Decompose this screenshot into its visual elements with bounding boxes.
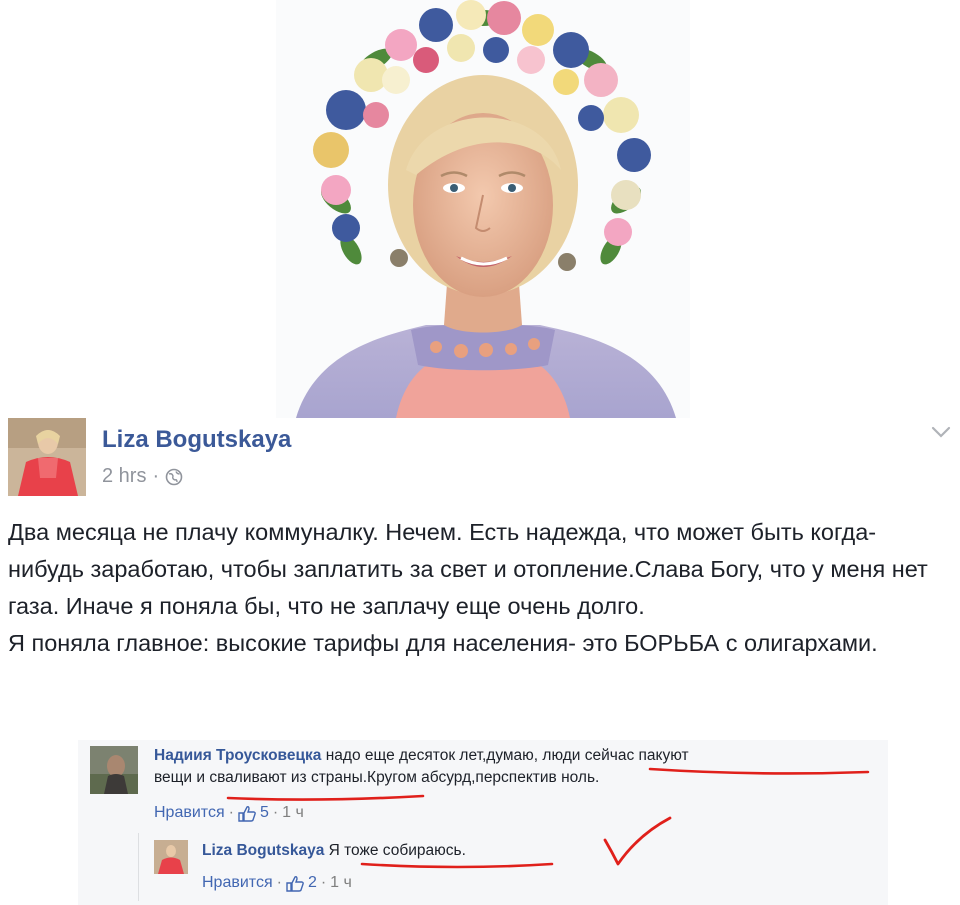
post-photo[interactable] (276, 0, 690, 418)
thumbs-up-icon (286, 875, 304, 892)
actions-separator: · (320, 874, 327, 891)
post-text: Два месяца не плачу коммуналку. Нечем. Е… (8, 514, 952, 662)
comment-body: Liza Bogutskaya Я тоже собираюсь. (202, 840, 862, 862)
comment-text: надо еще десяток лет,думаю, люди сейчас … (325, 747, 689, 764)
post-header: Liza Bogutskaya 2 hrs · (8, 416, 952, 496)
comment-text: Я тоже собираюсь. (328, 842, 466, 859)
comment-text: вещи и сваливают из страны.Кругом абсурд… (154, 769, 600, 786)
actions-separator: · (228, 804, 234, 821)
chevron-down-icon[interactable] (930, 424, 952, 440)
like-link[interactable]: Нравится (202, 874, 273, 892)
avatar[interactable] (8, 418, 86, 496)
comment-time[interactable]: 1 ч (330, 874, 352, 892)
post-paragraph: Два месяца не плачу коммуналку. Нечем. Е… (8, 519, 928, 619)
thumbs-up-icon (238, 805, 256, 822)
comment-time[interactable]: 1 ч (282, 804, 304, 822)
comment-avatar-image (90, 746, 138, 794)
comments-section: Надиия Троусковецка надо еще десяток лет… (78, 740, 888, 905)
comment: Надиия Троусковецка надо еще десяток лет… (78, 740, 888, 830)
actions-separator: · (272, 804, 279, 821)
post-timestamp[interactable]: 2 hrs (102, 465, 146, 488)
like-count[interactable]: 5 (260, 804, 269, 822)
comment-body: Надиия Троусковецка надо еще десяток лет… (154, 745, 874, 789)
woman-in-flower-wreath-illustration (296, 0, 676, 418)
post-meta: 2 hrs · (102, 465, 183, 488)
like-count[interactable]: 2 (308, 874, 317, 892)
avatar-image (8, 418, 86, 496)
comment-reply: Liza Bogutskaya Я тоже собираюсь. Нравит… (78, 832, 888, 905)
comment-actions: Нравится · 5 · 1 ч (154, 804, 304, 822)
globe-icon[interactable] (165, 468, 183, 486)
actions-separator: · (276, 874, 282, 891)
meta-separator: · (152, 465, 160, 487)
comment-author[interactable]: Надиия Троусковецка (154, 747, 321, 764)
post-author-name[interactable]: Liza Bogutskaya (102, 426, 291, 454)
post-paragraph: Я поняла главное: высокие тарифы для нас… (8, 630, 878, 656)
like-link[interactable]: Нравится (154, 804, 225, 822)
comment-avatar-image (154, 840, 188, 874)
comment-avatar[interactable] (90, 746, 138, 794)
comment-actions: Нравится · 2 · 1 ч (202, 874, 352, 892)
comment-avatar[interactable] (154, 840, 188, 874)
comment-author[interactable]: Liza Bogutskaya (202, 842, 324, 859)
